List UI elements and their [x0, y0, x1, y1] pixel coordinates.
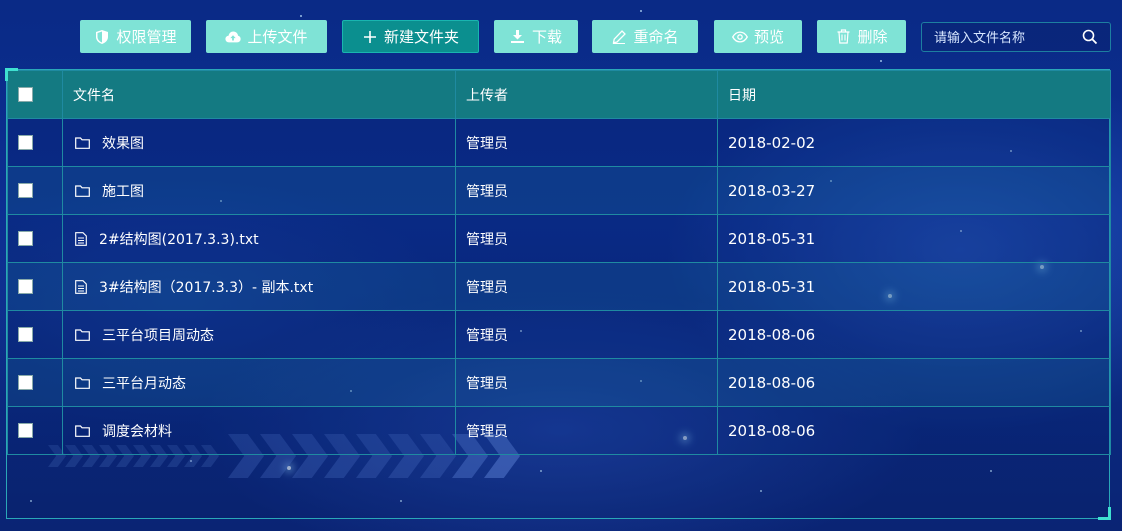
delete-button[interactable]: 删除 [817, 20, 906, 53]
search-input[interactable] [932, 23, 1076, 53]
file-name[interactable]: 调度会材料 [102, 421, 172, 441]
download-icon [510, 29, 526, 45]
column-header-uploader[interactable]: 上传者 [455, 70, 718, 119]
uploader-cell: 管理员 [455, 310, 718, 359]
date-cell: 2018-08-06 [717, 406, 1111, 455]
date-cell: 2018-02-02 [717, 118, 1111, 167]
search-box [921, 22, 1111, 53]
select-all-checkbox[interactable] [18, 87, 33, 102]
date-cell: 2018-05-31 [717, 214, 1111, 263]
date-cell: 2018-08-06 [717, 310, 1111, 359]
uploader-cell: 管理员 [455, 262, 718, 311]
table-row[interactable]: 效果图 管理员 2018-02-02 [7, 118, 1111, 167]
permissions-label: 权限管理 [116, 28, 177, 46]
toolbar: 权限管理 上传文件 新建文件夹 下载 重命名 预览 删除 [0, 20, 1122, 53]
search-icon[interactable] [1082, 29, 1098, 45]
download-button[interactable]: 下载 [494, 20, 578, 53]
file-name[interactable]: 施工图 [102, 181, 144, 201]
file-name[interactable]: 效果图 [102, 133, 144, 153]
file-name[interactable]: 2#结构图(2017.3.3).txt [99, 229, 259, 249]
shield-icon [94, 29, 110, 45]
permissions-button[interactable]: 权限管理 [80, 20, 191, 53]
folder-icon [75, 136, 90, 149]
document-icon [75, 231, 87, 246]
table-row[interactable]: 施工图 管理员 2018-03-27 [7, 166, 1111, 215]
table-row[interactable]: 三平台月动态 管理员 2018-08-06 [7, 358, 1111, 407]
date-cell: 2018-03-27 [717, 166, 1111, 215]
rename-label: 重命名 [633, 28, 679, 46]
uploader-cell: 管理员 [455, 214, 718, 263]
document-icon [75, 279, 87, 294]
file-table: 文件名 上传者 日期 效果图 管理员 2018-02-02 施工图 管理员 20… [7, 70, 1111, 455]
row-checkbox[interactable] [18, 327, 33, 342]
column-header-filename[interactable]: 文件名 [62, 70, 456, 119]
column-header-date[interactable]: 日期 [717, 70, 1111, 119]
table-row[interactable]: 调度会材料 管理员 2018-08-06 [7, 406, 1111, 455]
row-checkbox[interactable] [18, 279, 33, 294]
eye-icon [731, 29, 748, 45]
table-header-row: 文件名 上传者 日期 [7, 70, 1111, 119]
trash-icon [835, 29, 851, 45]
date-cell: 2018-05-31 [717, 262, 1111, 311]
folder-icon [75, 328, 90, 341]
uploader-cell: 管理员 [455, 406, 718, 455]
table-row[interactable]: 2#结构图(2017.3.3).txt 管理员 2018-05-31 [7, 214, 1111, 263]
folder-icon [75, 184, 90, 197]
date-cell: 2018-08-06 [717, 358, 1111, 407]
file-name[interactable]: 三平台月动态 [102, 373, 186, 393]
corner-accent [1098, 507, 1111, 520]
folder-icon [75, 376, 90, 389]
folder-icon [75, 424, 90, 437]
preview-label: 预览 [753, 28, 784, 46]
file-name[interactable]: 三平台项目周动态 [102, 325, 214, 345]
plus-icon [362, 29, 378, 45]
download-label: 下载 [531, 28, 562, 46]
delete-label: 删除 [857, 28, 888, 46]
row-checkbox[interactable] [18, 375, 33, 390]
upload-label: 上传文件 [247, 28, 308, 46]
preview-button[interactable]: 预览 [714, 20, 802, 53]
new-folder-label: 新建文件夹 [383, 28, 459, 46]
uploader-cell: 管理员 [455, 118, 718, 167]
rename-button[interactable]: 重命名 [592, 20, 698, 53]
new-folder-button[interactable]: 新建文件夹 [342, 20, 479, 53]
row-checkbox[interactable] [18, 231, 33, 246]
row-checkbox[interactable] [18, 135, 33, 150]
uploader-cell: 管理员 [455, 166, 718, 215]
cloud-upload-icon [225, 29, 242, 45]
row-checkbox[interactable] [18, 183, 33, 198]
corner-accent [5, 68, 18, 81]
file-table-panel: 文件名 上传者 日期 效果图 管理员 2018-02-02 施工图 管理员 20… [5, 68, 1111, 520]
uploader-cell: 管理员 [455, 358, 718, 407]
table-row[interactable]: 3#结构图（2017.3.3）- 副本.txt 管理员 2018-05-31 [7, 262, 1111, 311]
row-checkbox[interactable] [18, 423, 33, 438]
file-name[interactable]: 3#结构图（2017.3.3）- 副本.txt [99, 277, 313, 297]
table-row[interactable]: 三平台项目周动态 管理员 2018-08-06 [7, 310, 1111, 359]
pencil-icon [611, 29, 627, 45]
upload-button[interactable]: 上传文件 [206, 20, 327, 53]
